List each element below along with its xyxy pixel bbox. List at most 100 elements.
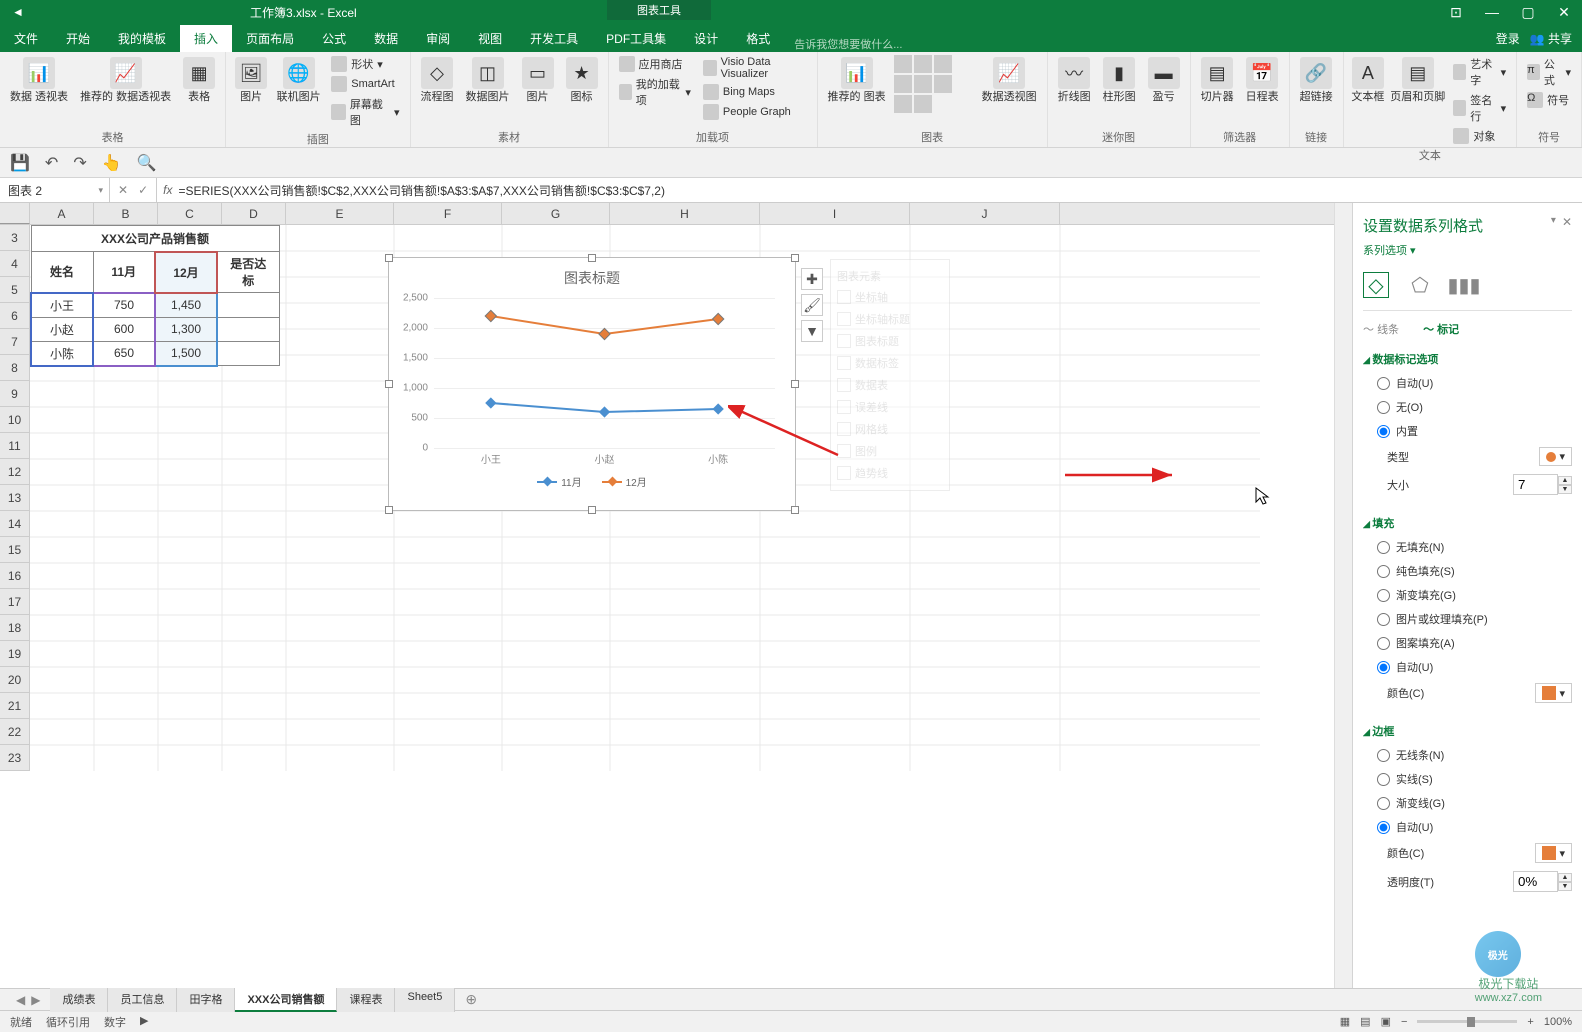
row-header[interactable]: 19 — [0, 641, 29, 667]
resize-handle[interactable] — [385, 254, 393, 262]
signature-button[interactable]: 签名行 ▾ — [1449, 91, 1510, 125]
tab-formulas[interactable]: 公式 — [308, 25, 360, 52]
line-tab[interactable]: 〜 线条 — [1363, 321, 1399, 337]
tab-templates[interactable]: 我的模板 — [104, 25, 180, 52]
border-none-radio[interactable]: 无线条(N) — [1363, 743, 1572, 767]
chart-elements-button[interactable]: ✚ — [801, 268, 823, 290]
wordart-button[interactable]: 艺术字 ▾ — [1449, 55, 1510, 89]
sheet-tab[interactable]: 成绩表 — [50, 988, 108, 1012]
tab-developer[interactable]: 开发工具 — [516, 25, 592, 52]
row-header[interactable]: 17 — [0, 589, 29, 615]
embedded-chart[interactable]: 图表标题 05001,0001,5002,0002,500 小王小赵小陈 11月… — [388, 257, 796, 511]
sheet-tab[interactable]: 员工信息 — [108, 988, 177, 1012]
screenshot-button[interactable]: 屏幕截图 ▾ — [327, 95, 403, 129]
sheet-tab[interactable]: Sheet5 — [395, 988, 455, 1012]
ribbon-options-icon[interactable]: ⊡ — [1438, 4, 1474, 21]
tab-pdf[interactable]: PDF工具集 — [592, 25, 680, 52]
visio-button[interactable]: Visio Data Visualizer — [699, 55, 811, 81]
column-header[interactable]: H — [610, 203, 760, 224]
marker-size-spinner[interactable]: ▲▼ — [1513, 474, 1572, 495]
column-header[interactable]: F — [394, 203, 502, 224]
vertical-scrollbar[interactable] — [1334, 203, 1352, 988]
chart-plot-area[interactable]: 05001,0001,5002,0002,500 — [434, 298, 775, 448]
tab-insert[interactable]: 插入 — [180, 25, 232, 52]
row-header[interactable]: 6 — [0, 303, 29, 329]
people-button[interactable]: People Graph — [699, 103, 811, 121]
chart-type-icon[interactable] — [894, 55, 912, 73]
tab-format[interactable]: 格式 — [732, 25, 784, 52]
resize-handle[interactable] — [588, 254, 596, 262]
sparkline-column-button[interactable]: ▮柱形图 — [1099, 55, 1140, 105]
tab-file[interactable]: 文件 — [0, 25, 52, 52]
textbox-button[interactable]: A文本框 — [1350, 55, 1386, 105]
login-button[interactable]: 登录 — [1496, 30, 1520, 47]
fill-gradient-radio[interactable]: 渐变填充(G) — [1363, 583, 1572, 607]
marker-none-radio[interactable]: 无(O) — [1363, 395, 1572, 419]
column-header[interactable]: A — [30, 203, 94, 224]
minimize-icon[interactable]: — — [1474, 4, 1510, 20]
row-header[interactable]: 16 — [0, 563, 29, 589]
sparkline-line-button[interactable]: 〰折线图 — [1054, 55, 1095, 105]
row-header[interactable]: 12 — [0, 459, 29, 485]
symbol-button[interactable]: Ω符号 — [1523, 91, 1575, 109]
row-header[interactable]: 8 — [0, 355, 29, 381]
data-pic-button[interactable]: ◫数据图片 — [462, 55, 514, 105]
tab-home[interactable]: 开始 — [52, 25, 104, 52]
row-header[interactable]: 21 — [0, 693, 29, 719]
my-addins-button[interactable]: 我的加载项 ▾ — [615, 75, 695, 109]
header-footer-button[interactable]: ▤页眉和页脚 — [1390, 55, 1445, 105]
fill-line-icon[interactable]: ◇ — [1363, 272, 1389, 298]
column-header[interactable]: E — [286, 203, 394, 224]
name-box[interactable]: 图表 2 — [0, 178, 110, 202]
touch-mode-icon[interactable]: 👆 — [102, 153, 122, 173]
select-all-corner[interactable] — [0, 203, 30, 224]
fill-picture-radio[interactable]: 图片或纹理填充(P) — [1363, 607, 1572, 631]
timeline-button[interactable]: 📅日程表 — [1242, 55, 1283, 105]
shapes-button[interactable]: 形状 ▾ — [327, 55, 403, 73]
macro-record-icon[interactable]: ▶ — [140, 1014, 148, 1030]
tab-data[interactable]: 数据 — [360, 25, 412, 52]
resize-handle[interactable] — [791, 254, 799, 262]
border-auto-radio[interactable]: 自动(U) — [1363, 815, 1572, 839]
row-header[interactable]: 5 — [0, 277, 29, 303]
row-header[interactable]: 14 — [0, 511, 29, 537]
column-header[interactable]: J — [910, 203, 1060, 224]
object-button[interactable]: 对象 — [1449, 127, 1510, 145]
resize-handle[interactable] — [385, 506, 393, 514]
border-color-button[interactable]: ▾ — [1535, 843, 1572, 863]
marker-tab[interactable]: 〜 标记 — [1423, 321, 1459, 337]
row-header[interactable]: 13 — [0, 485, 29, 511]
chart-filter-button[interactable]: ▼ — [801, 320, 823, 342]
tab-page-layout[interactable]: 页面布局 — [232, 25, 308, 52]
row-header[interactable]: 18 — [0, 615, 29, 641]
row-header[interactable]: 22 — [0, 719, 29, 745]
pivot-chart-button[interactable]: 📈数据透视图 — [978, 55, 1041, 105]
size-down-icon[interactable]: ▼ — [1558, 485, 1572, 494]
row-header[interactable]: 23 — [0, 745, 29, 771]
row-header[interactable]: 10 — [0, 407, 29, 433]
fill-solid-radio[interactable]: 纯色填充(S) — [1363, 559, 1572, 583]
close-icon[interactable]: ✕ — [1546, 4, 1582, 21]
maximize-icon[interactable]: ▢ — [1510, 4, 1546, 21]
column-header[interactable]: B — [94, 203, 158, 224]
cancel-formula-icon[interactable]: ✕ — [118, 183, 128, 197]
redo-icon[interactable]: ↷ — [73, 153, 86, 173]
size-up-icon[interactable]: ▲ — [1558, 476, 1572, 485]
view-page-icon[interactable]: ▤ — [1360, 1015, 1370, 1028]
chart-legend[interactable]: 11月 12月 — [389, 474, 795, 489]
row-header[interactable]: 7 — [0, 329, 29, 355]
sheet-nav-next-icon[interactable]: ▶ — [31, 993, 40, 1007]
tell-me-input[interactable]: 告诉我您想要做什么... — [784, 36, 1485, 52]
pane-close-icon[interactable]: ✕ — [1562, 215, 1572, 236]
smartart-button[interactable]: SmartArt — [327, 75, 403, 93]
tab-design[interactable]: 设计 — [680, 25, 732, 52]
fill-color-button[interactable]: ▾ — [1535, 683, 1572, 703]
sheet-tab[interactable]: 田字格 — [177, 988, 235, 1012]
view-normal-icon[interactable]: ▦ — [1340, 1015, 1350, 1028]
border-gradient-radio[interactable]: 渐变线(G) — [1363, 791, 1572, 815]
view-break-icon[interactable]: ▣ — [1381, 1015, 1391, 1028]
formula-input[interactable]: fx =SERIES(XXX公司销售额!$C$2,XXX公司销售额!$A$3:$… — [157, 178, 1582, 202]
resize-handle[interactable] — [791, 380, 799, 388]
row-header[interactable]: 20 — [0, 667, 29, 693]
series-options-icon[interactable]: ▮▮▮ — [1451, 272, 1477, 298]
